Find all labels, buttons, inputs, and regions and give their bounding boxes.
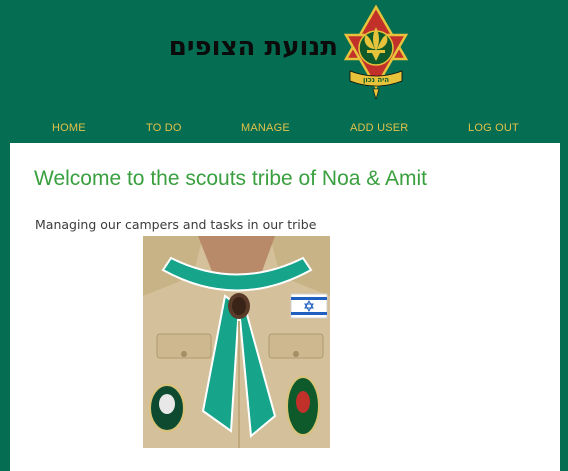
- nav-manage[interactable]: MANAGE: [241, 122, 290, 134]
- logo-motto: היה נכון: [363, 76, 389, 84]
- site-header: תנועת הצופים היה נכון HOME TO DO MANAGE …: [0, 0, 568, 143]
- scouts-logo[interactable]: היה נכון: [342, 5, 410, 100]
- nav-add-user[interactable]: ADD USER: [350, 122, 408, 134]
- welcome-heading: Welcome to the scouts tribe of Noa & Ami…: [34, 167, 427, 190]
- scout-uniform-photo: [143, 236, 330, 448]
- main-content: Welcome to the scouts tribe of Noa & Ami…: [10, 143, 560, 471]
- subtitle-text: Managing our campers and tasks in our tr…: [35, 217, 317, 232]
- main-nav: HOME TO DO MANAGE ADD USER LOG OUT: [0, 122, 568, 142]
- nav-todo[interactable]: TO DO: [146, 122, 182, 134]
- nav-log-out[interactable]: LOG OUT: [468, 122, 519, 134]
- site-title: תנועת הצופים: [168, 32, 338, 62]
- nav-home[interactable]: HOME: [52, 122, 86, 134]
